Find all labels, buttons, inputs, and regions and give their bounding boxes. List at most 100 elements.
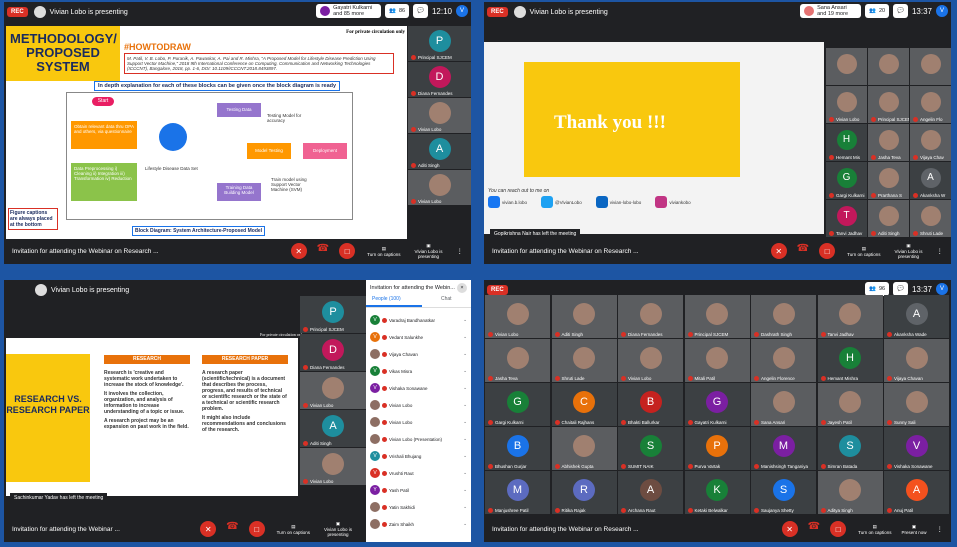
participant-tile[interactable] [826,48,867,85]
chevron-down-icon[interactable]: ⌄ [463,419,467,425]
meeting-title[interactable]: Invitation for attending the Webinar on … [492,248,771,255]
participant-tile[interactable]: Vivian Lobo [618,339,683,382]
captions-button[interactable]: ▤ Turn on captions [847,246,880,257]
participant-tile[interactable]: Shruti Lade [551,339,617,382]
participant-tile[interactable]: A Akanksha W [910,162,951,199]
chevron-down-icon[interactable]: ⌄ [463,504,467,510]
participant-tile[interactable]: A Akanksha Wade [884,295,949,338]
participant-tile[interactable]: B Bhakti Ballurkar [618,383,683,426]
social-link[interactable]: @VivianLobo [541,196,582,208]
mic-off-button[interactable]: ✕ [200,521,217,537]
account-avatar[interactable]: V [936,283,948,295]
participant-tile[interactable] [868,48,909,85]
presenter-tab[interactable]: ▣ Vivian Lobo is presenting [411,243,447,259]
participant-tile[interactable]: Vivian Lobo [826,86,867,123]
participant-tile[interactable]: Vivian Lobo [300,448,366,485]
participant-tile[interactable]: B Bhushan Gurjar [485,427,550,470]
chevron-down-icon[interactable]: ⌄ [463,436,467,442]
participant-tile[interactable]: G Gayatri Kulkarni [684,383,750,426]
end-call-button[interactable]: ☎ [797,243,809,259]
meeting-title[interactable]: Invitation for attending the Webinar ... [12,526,200,533]
participant-tile[interactable]: Dashrath Singh [751,295,816,338]
social-link[interactable]: viviankobo [655,196,691,208]
chevron-down-icon[interactable]: ⌄ [463,385,467,391]
camera-off-button[interactable]: □ [339,243,356,259]
participant-tile[interactable]: Jasha Teva [485,339,550,382]
people-row[interactable]: V Vrishali Bhujang ⌄ [370,448,467,464]
people-row[interactable]: V Vedant Salunkhe ⌄ [370,329,467,345]
participant-tile[interactable]: V Vishaka Sonawane [884,427,949,470]
participant-tile[interactable]: A Anuj Patil [884,471,949,514]
meeting-title[interactable]: Invitation for attending the Webinar on … [492,526,782,533]
participant-tile[interactable]: Vijaya Chav [910,124,951,161]
captions-button[interactable]: ▤ Turn on captions [367,246,400,257]
participant-tile[interactable]: P Principal SJCEM [408,26,471,61]
chevron-down-icon[interactable]: ⌄ [463,317,467,323]
people-row[interactable]: V Vrushti Raut ⌄ [370,465,467,481]
participant-tile[interactable]: Vivian Lobo [300,372,366,409]
participant-tile[interactable]: Vivian Lobo [408,98,471,133]
close-icon[interactable]: × [457,283,467,293]
participant-tile[interactable]: S Simran Batada [817,427,883,470]
participant-tile[interactable]: Vivian Lobo [485,295,550,338]
participant-tile[interactable]: Aditi Singh [551,295,617,338]
captions-button[interactable]: ▤ Turn on captions [858,524,891,535]
account-avatar[interactable]: V [456,5,468,17]
participant-tile[interactable]: Sana Ansari [751,383,816,426]
participant-tile[interactable]: Prarthana S [868,162,909,199]
participant-tile[interactable]: H Hemant Mishra [817,339,883,382]
participant-tile[interactable]: Abhishek Gupta [551,427,617,470]
participant-tile[interactable]: S SUMIT NAIK [618,427,683,470]
participant-tile[interactable]: Aditi Singh [868,200,909,237]
people-row[interactable]: Vivian Lobo ⌄ [370,414,467,430]
people-pill[interactable]: Gayatri Kulkarni and 85 more [316,4,382,18]
participant-tile[interactable]: Vivian Lobo [408,170,471,205]
people-pill[interactable]: Sana Ansari and 19 more [800,4,862,18]
participant-tile[interactable]: Principal SJCEM [868,86,909,123]
presenter-tab[interactable]: ▣ Vivian Lobo is presenting [320,521,356,537]
chevron-down-icon[interactable]: ⌄ [463,487,467,493]
present-now-button[interactable]: ▣ Present now [901,524,926,535]
mic-off-button[interactable]: ✕ [290,243,307,259]
participant-tile[interactable]: A Archana Raut [618,471,683,514]
participant-tile[interactable]: G Gargi Kulkarni [826,162,867,199]
participant-tile[interactable]: K Ketaki Belwalkar [684,471,750,514]
participant-tile[interactable]: D Diana Fernandes [300,334,366,371]
people-count-button[interactable]: 👥 96 [865,282,890,296]
participant-tile[interactable]: M Manjushree Patil [485,471,550,514]
more-options-icon[interactable]: ⋮ [937,525,944,533]
social-link[interactable]: vivian-lobo-lobo [595,196,641,208]
mic-off-button[interactable]: ✕ [781,521,798,537]
people-row[interactable]: Vijaya Chavan ⌄ [370,346,467,362]
participant-tile[interactable]: Angelin Flo [910,86,951,123]
tab-chat[interactable]: Chat [422,296,472,307]
chevron-down-icon[interactable]: ⌄ [463,470,467,476]
participant-tile[interactable]: S Saujanya Shetty [751,471,816,514]
account-avatar[interactable]: V [936,5,948,17]
participant-tile[interactable]: P Purva Vartak [684,427,750,470]
participant-tile[interactable]: Jayesh Patil [817,383,883,426]
participant-tile[interactable]: Sunny Sali [884,383,949,426]
people-row[interactable]: V Varadraj Bandhanatkar ⌄ [370,312,467,328]
participant-tile[interactable]: M Manishsingh Tanganiya [751,427,816,470]
participant-tile[interactable]: Shruti Lade [910,200,951,237]
chevron-down-icon[interactable]: ⌄ [463,351,467,357]
people-row[interactable]: V Vishaka Sonawane ⌄ [370,380,467,396]
chat-button[interactable]: 💬 [893,4,908,18]
chevron-down-icon[interactable]: ⌄ [463,521,467,527]
chat-button[interactable]: 💬 [893,282,908,296]
end-call-button[interactable]: ☎ [226,521,238,537]
participant-tile[interactable]: Diana Fernandes [618,295,683,338]
participant-tile[interactable]: D Diana Fernandes [408,62,471,97]
people-row[interactable]: Y Yash Patil ⌄ [370,482,467,498]
chat-button[interactable]: 💬 [413,4,428,18]
people-count-button[interactable]: 👥 86 [385,4,410,18]
captions-button[interactable]: ▤ Turn on captions [277,524,310,535]
camera-off-button[interactable]: □ [819,243,836,259]
participant-tile[interactable]: P Principal SJCEM [300,296,366,333]
tab-people[interactable]: People (100) [366,296,422,307]
meeting-title[interactable]: Invitation for attending the Webinar on … [12,248,291,255]
chevron-down-icon[interactable]: ⌄ [463,453,467,459]
participant-tile[interactable]: H Hemant Mis [826,124,867,161]
participant-tile[interactable]: A Aditi Singh [300,410,366,447]
